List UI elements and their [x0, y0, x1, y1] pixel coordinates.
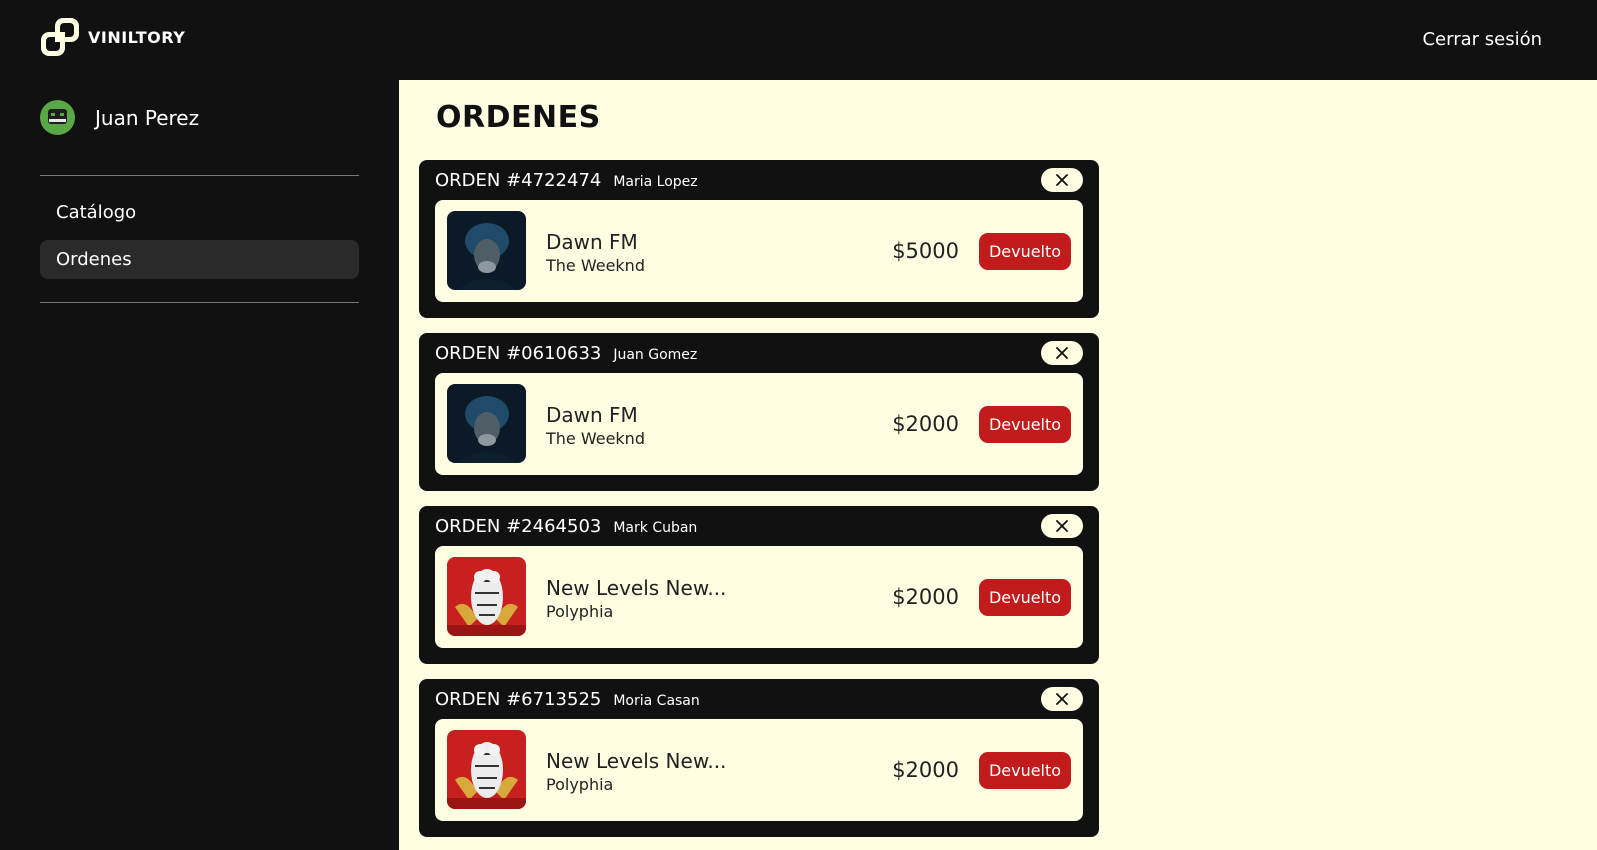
order-price: $2000 — [892, 412, 959, 436]
main-content: ORDENES ORDEN #4722474 Maria Lopez Dawn … — [399, 80, 1597, 850]
album-title: New Levels New... — [546, 749, 727, 773]
sidebar: Juan Perez Catálogo Ordenes — [0, 80, 399, 850]
close-order-button[interactable] — [1041, 687, 1083, 711]
close-icon — [1056, 347, 1068, 359]
avatar — [40, 100, 75, 135]
order-number: ORDEN #4722474 — [435, 170, 602, 191]
close-order-button[interactable] — [1041, 514, 1083, 538]
app-name: VINILTORY — [88, 27, 186, 47]
order-card: ORDEN #2464503 Mark Cuban New Levels New… — [419, 506, 1099, 664]
sidebar-divider — [40, 175, 359, 176]
close-icon — [1056, 520, 1068, 532]
close-order-button[interactable] — [1041, 168, 1083, 192]
close-icon — [1056, 693, 1068, 705]
logo-icon — [41, 18, 79, 56]
order-card: ORDEN #6713525 Moria Casan New Levels Ne… — [419, 679, 1099, 837]
order-item: New Levels New... Polyphia $2000 Devuelt… — [435, 546, 1083, 648]
status-button[interactable]: Devuelto — [979, 233, 1071, 270]
order-price: $2000 — [892, 758, 959, 782]
album-artist: The Weeknd — [546, 429, 645, 448]
sidebar-item-ordenes[interactable]: Ordenes — [40, 240, 359, 279]
order-price: $5000 — [892, 239, 959, 263]
album-cover — [447, 384, 526, 463]
order-price: $2000 — [892, 585, 959, 609]
order-number: ORDEN #6713525 — [435, 689, 602, 710]
dawn-fm-cover-icon — [447, 384, 526, 463]
new-levels-cover-icon — [447, 557, 526, 636]
status-button[interactable]: Devuelto — [979, 752, 1071, 789]
album-title: New Levels New... — [546, 576, 727, 600]
album-cover — [447, 730, 526, 809]
dawn-fm-cover-icon — [447, 211, 526, 290]
new-levels-cover-icon — [447, 730, 526, 809]
top-bar: VINILTORY Cerrar sesión — [0, 0, 1597, 80]
close-order-button[interactable] — [1041, 341, 1083, 365]
logo[interactable]: VINILTORY — [40, 17, 185, 57]
order-client: Moria Casan — [613, 693, 700, 709]
user-profile: Juan Perez — [40, 100, 199, 135]
page-title: ORDENES — [436, 100, 601, 135]
order-client: Mark Cuban — [613, 520, 698, 536]
album-cover — [447, 557, 526, 636]
sidebar-divider — [40, 302, 359, 303]
album-artist: Polyphia — [546, 602, 614, 621]
album-cover — [447, 211, 526, 290]
order-item: New Levels New... Polyphia $2000 Devuelt… — [435, 719, 1083, 821]
order-item: Dawn FM The Weeknd $2000 Devuelto — [435, 373, 1083, 475]
order-number: ORDEN #0610633 — [435, 343, 602, 364]
status-button[interactable]: Devuelto — [979, 579, 1071, 616]
order-card: ORDEN #4722474 Maria Lopez Dawn FM The W… — [419, 160, 1099, 318]
order-number: ORDEN #2464503 — [435, 516, 602, 537]
sidebar-nav: Catálogo Ordenes — [40, 193, 359, 287]
order-item: Dawn FM The Weeknd $5000 Devuelto — [435, 200, 1083, 302]
order-client: Maria Lopez — [613, 174, 698, 190]
logout-button[interactable]: Cerrar sesión — [1422, 29, 1542, 50]
status-button[interactable]: Devuelto — [979, 406, 1071, 443]
user-name: Juan Perez — [95, 105, 200, 130]
close-icon — [1056, 174, 1068, 186]
sidebar-item-catalogo[interactable]: Catálogo — [40, 193, 359, 232]
order-client: Juan Gomez — [613, 347, 698, 363]
album-artist: The Weeknd — [546, 256, 645, 275]
album-title: Dawn FM — [546, 403, 638, 427]
album-artist: Polyphia — [546, 775, 614, 794]
album-title: Dawn FM — [546, 230, 638, 254]
order-card: ORDEN #0610633 Juan Gomez Dawn FM The We… — [419, 333, 1099, 491]
